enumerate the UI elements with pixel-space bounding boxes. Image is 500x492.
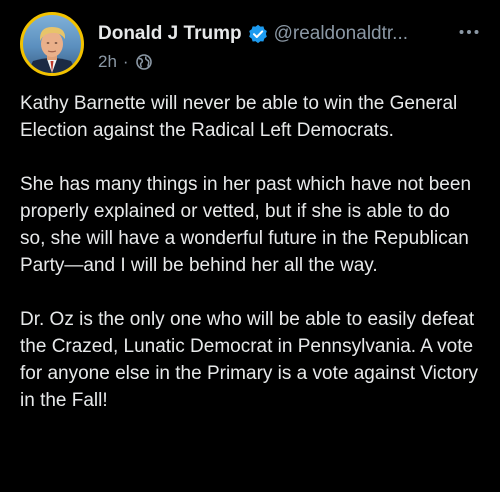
meta-separator: · (122, 52, 129, 71)
author-handle[interactable]: @realdonaldtr... (274, 23, 408, 45)
globe-icon (135, 53, 153, 71)
post-paragraph-3: Dr. Oz is the only one who will be able … (20, 309, 478, 411)
author-display-name[interactable]: Donald J Trump (98, 23, 242, 45)
post-paragraph-2: She has many things in her past which ha… (20, 174, 472, 276)
post-timestamp[interactable]: 2h (98, 52, 117, 72)
post-paragraph-1: Kathy Barnette will never be able to win… (20, 93, 458, 141)
post-header: Donald J Trump @realdonaldtr... (98, 20, 480, 48)
avatar-portrait-icon (27, 27, 77, 73)
verified-badge-icon (248, 24, 268, 44)
post-card: Donald J Trump @realdonaldtr... 2h · Kat… (0, 0, 500, 492)
more-options-icon[interactable] (458, 24, 480, 40)
profile-avatar[interactable] (20, 12, 84, 76)
post-body: Kathy Barnette will never be able to win… (20, 90, 480, 414)
post-meta: 2h · (98, 52, 153, 72)
